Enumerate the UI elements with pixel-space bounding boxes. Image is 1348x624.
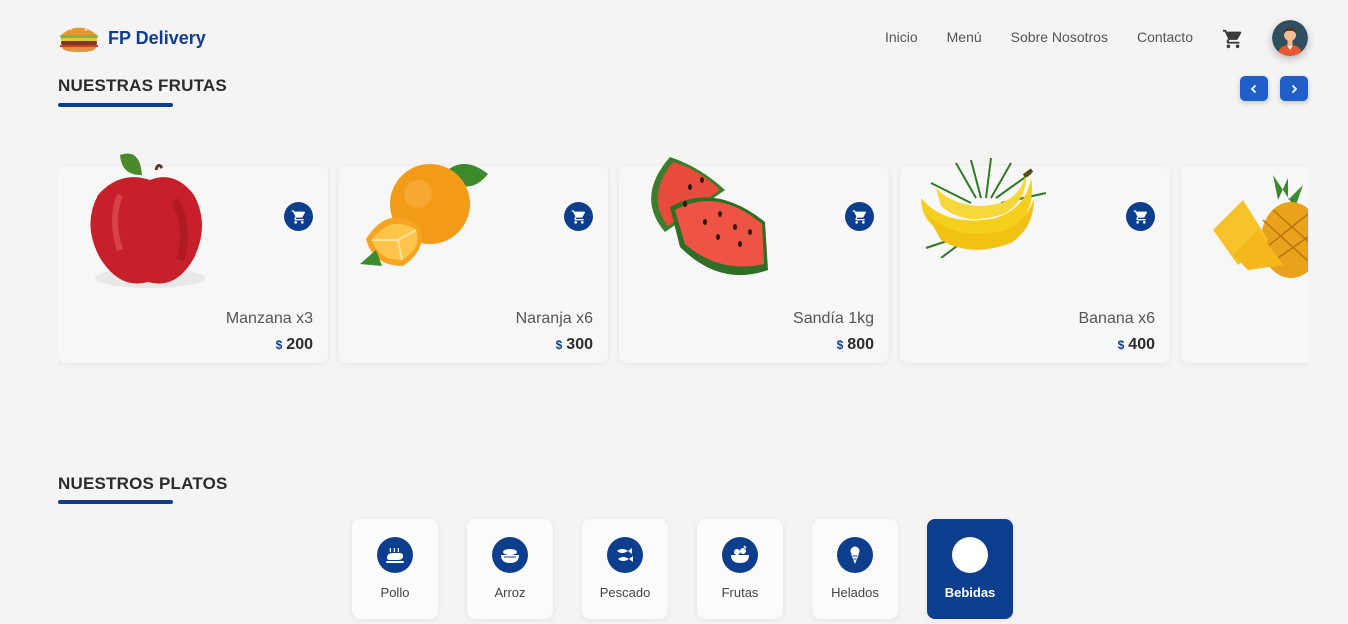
nav-item-contacto[interactable]: Contacto (1137, 29, 1193, 45)
currency-symbol: $ (555, 338, 563, 352)
brand-name: FP Delivery (108, 27, 206, 48)
category-helados[interactable]: Helados (812, 519, 898, 619)
cart-icon (571, 209, 585, 224)
price-value: 200 (286, 336, 313, 353)
add-to-cart-button[interactable] (564, 202, 593, 231)
avatar-illustration (1272, 20, 1308, 56)
chevron-left-icon (1250, 84, 1257, 93)
cart-icon (291, 209, 305, 224)
brand[interactable]: FP Delivery (58, 22, 206, 54)
nav-item-sobre-nosotros[interactable]: Sobre Nosotros (1011, 29, 1108, 45)
fruits-title-underline (58, 103, 173, 107)
fruit-price: $200 (276, 336, 313, 354)
chevron-right-icon (1291, 84, 1298, 93)
category-arroz[interactable]: Arroz (467, 519, 553, 619)
ice-cream-icon (837, 537, 873, 573)
price-value: 400 (1128, 336, 1155, 353)
fruits-section-title: NUESTRAS FRUTAS (58, 76, 227, 95)
fruit-price: $400 (1118, 336, 1155, 354)
pineapple-image (1213, 175, 1308, 278)
fruit-price: $300 (556, 336, 593, 354)
fruit-name: Manzana x3 (225, 310, 313, 327)
nav-item-inicio[interactable]: Inicio (885, 29, 918, 45)
watermelon-image (651, 157, 768, 276)
category-label: Bebidas (944, 585, 996, 600)
cart-icon (852, 209, 866, 224)
add-to-cart-button[interactable] (284, 202, 313, 231)
scroll-left-button[interactable] (1240, 76, 1268, 101)
cart-icon[interactable] (1222, 28, 1244, 50)
scroll-right-button[interactable] (1280, 76, 1308, 101)
category-label: Frutas (721, 585, 759, 600)
header: FP Delivery Inicio Menú Sobre Nosotros C… (0, 0, 1348, 76)
fruit-name: Sandía 1kg (793, 310, 874, 327)
category-list: Pollo Arroz Pescado Frutas Helados Bebid… (352, 519, 1013, 619)
apple-image (90, 153, 205, 288)
add-to-cart-button[interactable] (1126, 202, 1155, 231)
price-value: 800 (847, 336, 874, 353)
currency-symbol: $ (275, 338, 283, 352)
cart-icon (1133, 209, 1147, 224)
fish-icon (607, 537, 643, 573)
category-label: Arroz (494, 585, 526, 600)
currency-symbol: $ (1117, 338, 1125, 352)
chicken-icon (377, 537, 413, 573)
currency-symbol: $ (836, 338, 844, 352)
add-to-cart-button[interactable] (845, 202, 874, 231)
burger-icon (60, 26, 98, 52)
fruit-price: $800 (837, 336, 874, 354)
user-avatar[interactable] (1272, 20, 1308, 56)
nav-item-menu[interactable]: Menú (947, 29, 982, 45)
dishes-title-underline (58, 500, 173, 504)
category-label: Pescado (599, 585, 651, 600)
orange-image (360, 164, 488, 266)
main-nav: Inicio Menú Sobre Nosotros Contacto (885, 29, 1193, 45)
category-label: Helados (831, 585, 879, 600)
fruit-name: Naranja x6 (515, 310, 593, 327)
fruit-bowl-icon (722, 537, 758, 573)
category-pollo[interactable]: Pollo (352, 519, 438, 619)
fruit-name: Banana x6 (1078, 310, 1155, 327)
rice-bowl-icon (492, 537, 528, 573)
drink-icon (952, 537, 988, 573)
banana-image (921, 158, 1047, 258)
fruits-carousel[interactable]: Manzana x3 $200 Naranja x6 $300 Sandía 1… (58, 150, 1308, 370)
category-pescado[interactable]: Pescado (582, 519, 668, 619)
price-value: 300 (566, 336, 593, 353)
dishes-section-title: NUESTROS PLATOS (58, 474, 228, 493)
category-label: Pollo (380, 585, 410, 600)
category-frutas[interactable]: Frutas (697, 519, 783, 619)
category-bebidas[interactable]: Bebidas (927, 519, 1013, 619)
